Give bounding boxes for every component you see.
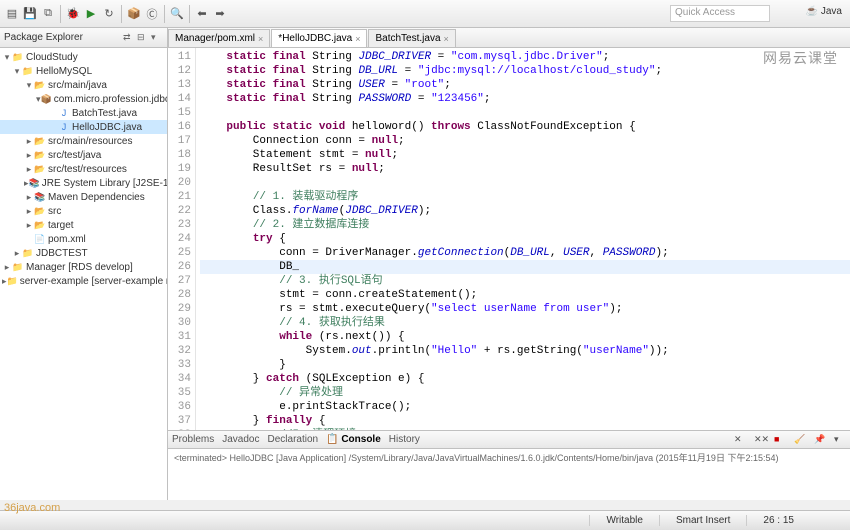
watermark-logo: 网易云课堂 xyxy=(763,48,838,68)
console-output[interactable]: <terminated> HelloJDBC [Java Application… xyxy=(168,449,850,500)
console-tab[interactable]: History xyxy=(389,434,420,445)
console-tabs: Problems Javadoc Declaration 📋 Console Histo… xyxy=(168,431,850,449)
remove-launch-icon[interactable]: ✕ xyxy=(734,434,746,446)
view-menu-icon[interactable]: ▾ xyxy=(151,32,163,44)
console-tab[interactable]: Problems xyxy=(172,434,214,445)
terminate-icon[interactable]: ■ xyxy=(774,434,786,446)
package-explorer-title: Package Explorer xyxy=(4,32,123,43)
quick-access-input[interactable]: Quick Access xyxy=(670,5,770,22)
editor-tab[interactable]: *HelloJDBC.java× xyxy=(271,29,367,47)
tree-item[interactable]: JBatchTest.java xyxy=(0,106,167,120)
search-icon[interactable]: 🔍 xyxy=(169,6,185,22)
tree-item[interactable]: ▸📁server-example [server-example master] xyxy=(0,274,167,288)
console-panel: Problems Javadoc Declaration 📋 Console Histo… xyxy=(168,430,850,500)
main-toolbar: ▤ 💾 ⧉ 🐞 ▶ ↻ 📦 Ⓒ 🔍 ⬅ ➡ Quick Access ☕ Jav… xyxy=(0,0,850,28)
remove-all-icon[interactable]: ✕✕ xyxy=(754,434,766,446)
display-console-icon[interactable]: ▾ xyxy=(834,434,846,446)
editor-tab[interactable]: BatchTest.java× xyxy=(368,29,455,47)
tree-item[interactable]: 📄pom.xml xyxy=(0,232,167,246)
tree-item[interactable]: ▾📁CloudStudy xyxy=(0,50,167,64)
tree-item[interactable]: ▾📦com.micro.profession.jdbc.practice xyxy=(0,92,167,106)
new-icon[interactable]: ▤ xyxy=(4,6,20,22)
forward-icon[interactable]: ➡ xyxy=(212,6,228,22)
close-icon[interactable]: × xyxy=(258,34,263,44)
console-tab[interactable]: Javadoc xyxy=(222,434,259,445)
status-cursor-pos: 26 : 15 xyxy=(746,515,810,526)
tree-item[interactable]: ▾📂src/main/java xyxy=(0,78,167,92)
status-writable: Writable xyxy=(589,515,659,526)
link-editor-icon[interactable]: ⇄ xyxy=(123,32,135,44)
editor-tab[interactable]: Manager/pom.xml× xyxy=(168,29,270,47)
new-class-icon[interactable]: Ⓒ xyxy=(144,6,160,22)
collapse-all-icon[interactable]: ⊟ xyxy=(137,32,149,44)
close-icon[interactable]: × xyxy=(355,34,360,44)
status-insert-mode: Smart Insert xyxy=(659,515,746,526)
tree-item[interactable]: ▾📁HelloMySQL xyxy=(0,64,167,78)
bottom-watermark: 36java.com xyxy=(4,502,60,514)
new-pkg-icon[interactable]: 📦 xyxy=(126,6,142,22)
save-icon[interactable]: 💾 xyxy=(22,6,38,22)
tree-item[interactable]: ▸📁Manager [RDS develop] xyxy=(0,260,167,274)
back-icon[interactable]: ⬅ xyxy=(194,6,210,22)
tree-item[interactable]: ▸📁JDBCTEST xyxy=(0,246,167,260)
perspective-label[interactable]: ☕ Java xyxy=(806,6,842,17)
tree-item[interactable]: ▸📚JRE System Library [J2SE-1.5] xyxy=(0,176,167,190)
tree-item[interactable]: JHelloJDBC.java xyxy=(0,120,167,134)
tree-item[interactable]: ▸📂src/test/resources xyxy=(0,162,167,176)
pin-console-icon[interactable]: 📌 xyxy=(814,434,826,446)
tree-item[interactable]: ▸📂src/main/resources xyxy=(0,134,167,148)
package-explorer: Package Explorer ⇄ ⊟ ▾ ▾📁CloudStudy▾📁Hel… xyxy=(0,28,168,500)
tree-item[interactable]: ▸📂target xyxy=(0,218,167,232)
tree-item[interactable]: ▸📂src xyxy=(0,204,167,218)
code-editor[interactable]: 1112131415161718192021222324252627282930… xyxy=(168,48,850,430)
debug-icon[interactable]: 🐞 xyxy=(65,6,81,22)
tree-item[interactable]: ▸📂src/test/java xyxy=(0,148,167,162)
line-gutter: 1112131415161718192021222324252627282930… xyxy=(168,48,196,430)
editor-tabs: Manager/pom.xml×*HelloJDBC.java×BatchTes… xyxy=(168,28,850,48)
close-icon[interactable]: × xyxy=(444,34,449,44)
clear-console-icon[interactable]: 🧹 xyxy=(794,434,806,446)
package-explorer-header: Package Explorer ⇄ ⊟ ▾ xyxy=(0,28,167,48)
tree-item[interactable]: ▸📚Maven Dependencies xyxy=(0,190,167,204)
status-bar: Writable Smart Insert 26 : 15 xyxy=(0,510,850,530)
editor-area: Manager/pom.xml×*HelloJDBC.java×BatchTes… xyxy=(168,28,850,500)
project-tree[interactable]: ▾📁CloudStudy▾📁HelloMySQL▾📂src/main/java▾… xyxy=(0,48,167,500)
save-all-icon[interactable]: ⧉ xyxy=(40,6,56,22)
console-tab[interactable]: 📋 Console xyxy=(326,434,381,445)
run-icon[interactable]: ▶ xyxy=(83,6,99,22)
code-lines[interactable]: static final String JDBC_DRIVER = "com.m… xyxy=(196,48,850,430)
run-last-icon[interactable]: ↻ xyxy=(101,6,117,22)
console-tab[interactable]: Declaration xyxy=(268,434,319,445)
